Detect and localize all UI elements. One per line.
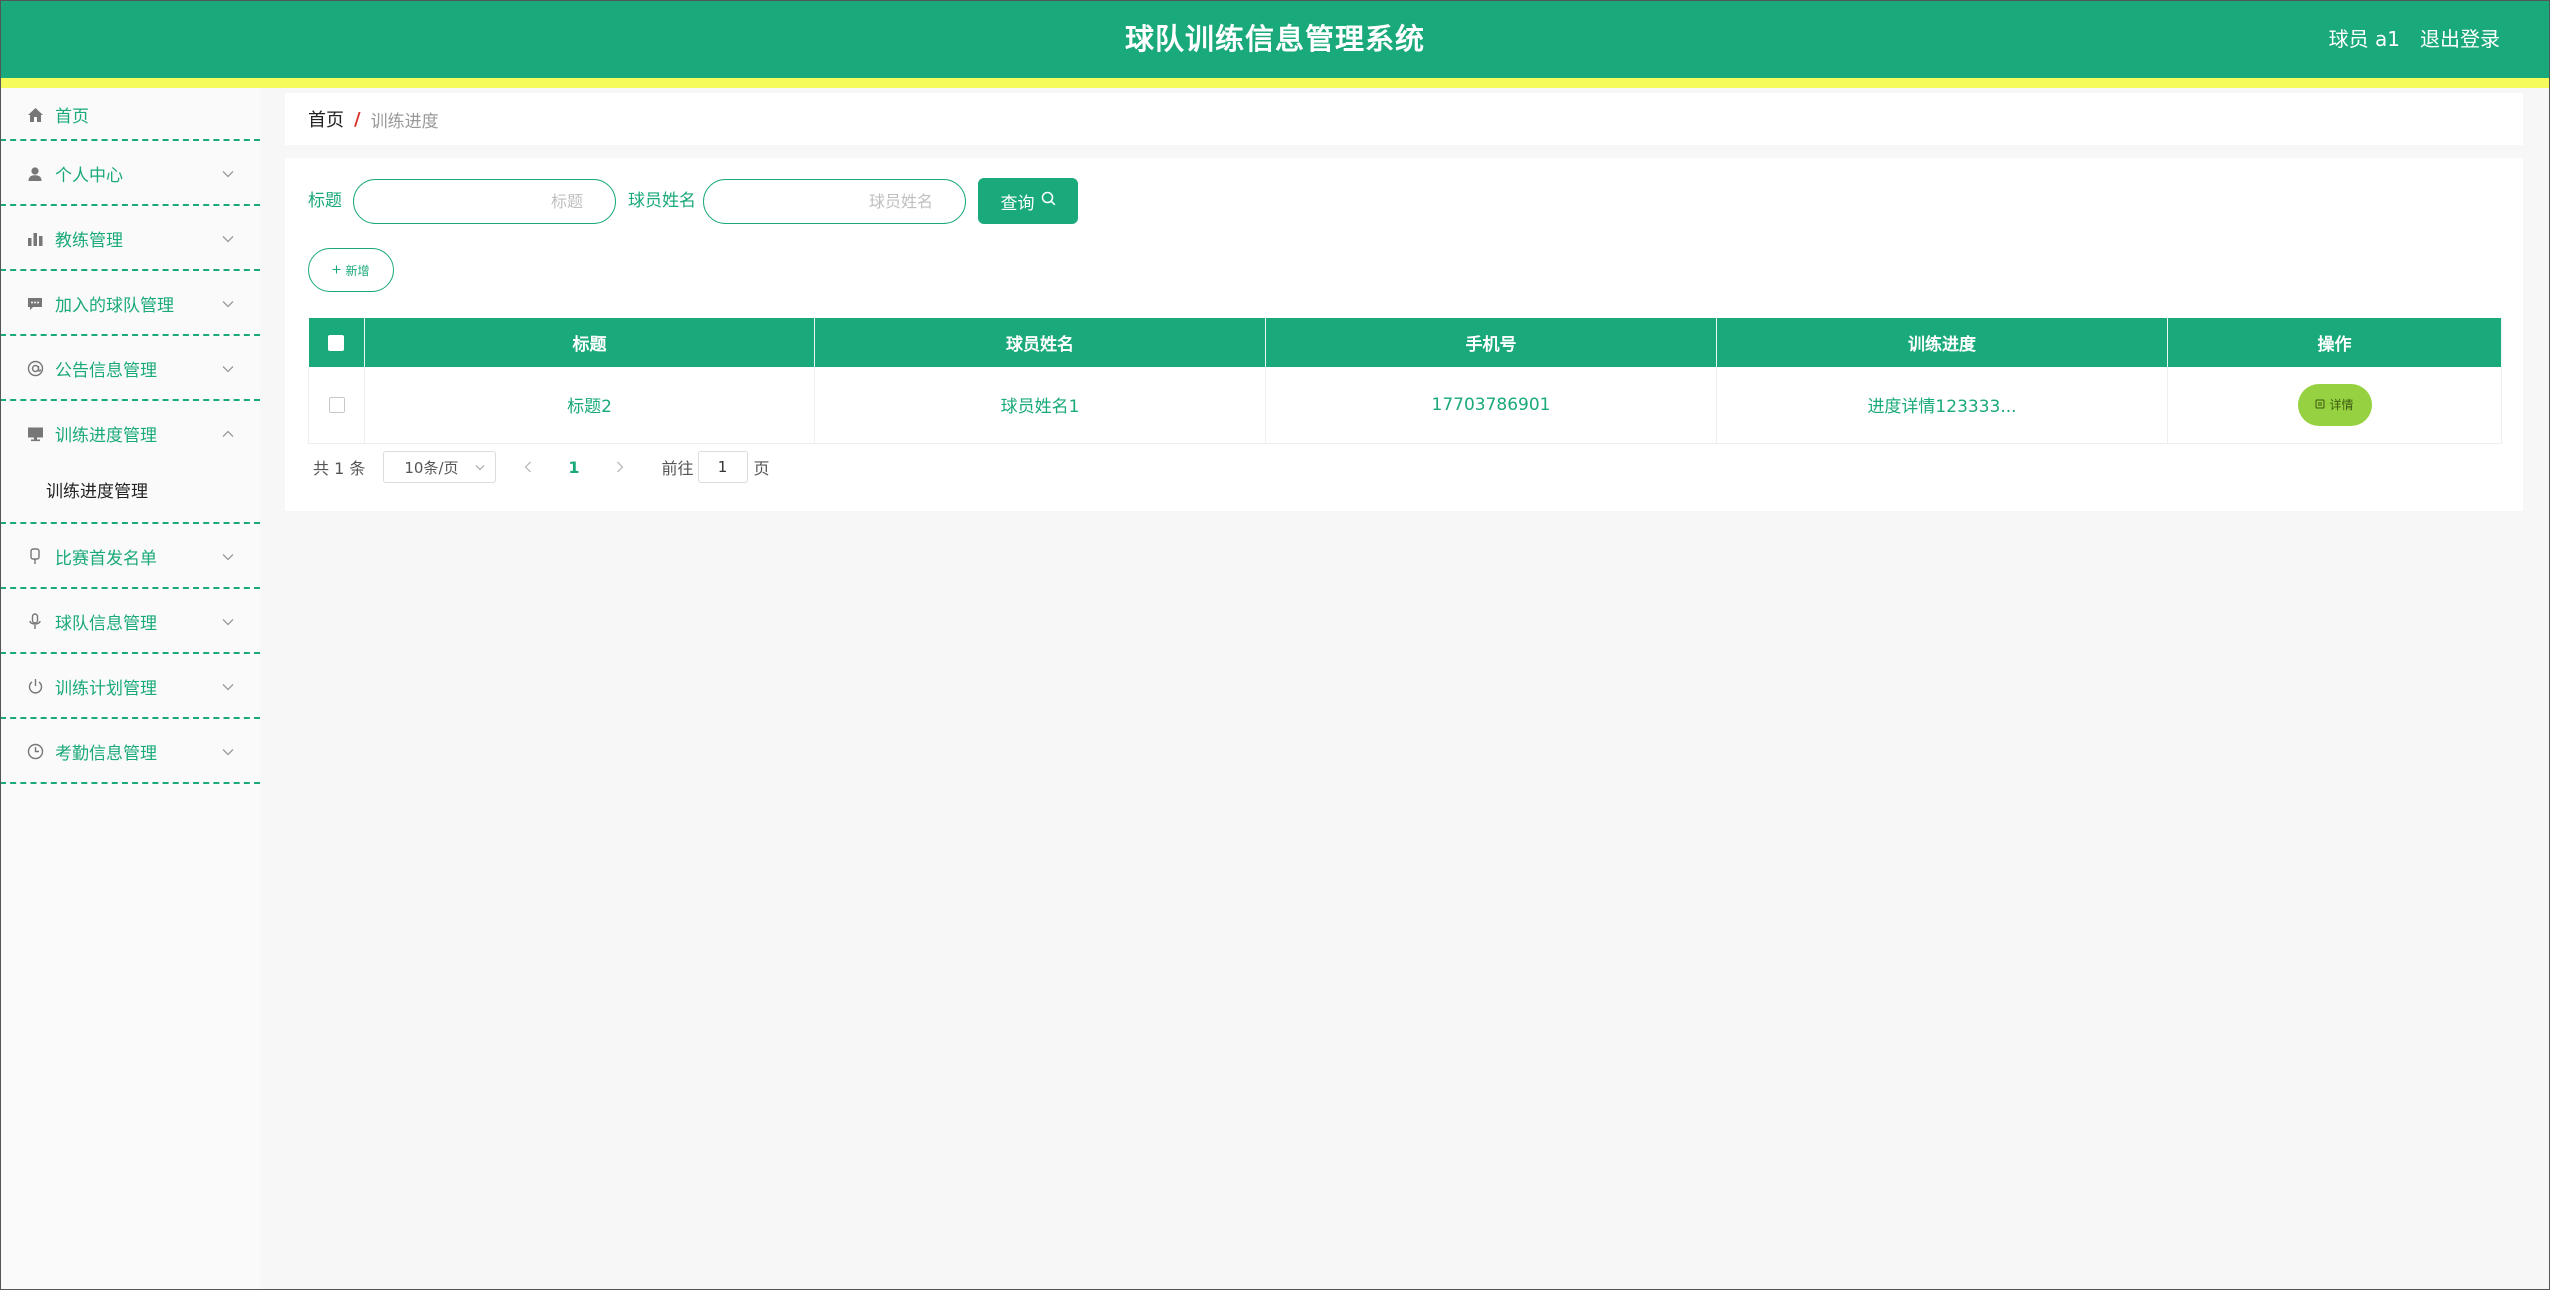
select-all-cell — [308, 318, 365, 367]
select-all-checkbox[interactable] — [328, 334, 345, 351]
goto-label: 前往 — [661, 459, 694, 478]
add-button[interactable]: 新增 — [308, 248, 394, 292]
pagination: 共 1 条 10条/页 1 前往 页 — [313, 451, 770, 483]
breadcrumb-current: 训练进度 — [370, 111, 439, 132]
logout-link[interactable]: 退出登录 — [2420, 0, 2500, 78]
player-search-label: 球员姓名 — [628, 191, 696, 211]
header-accent-stripe — [0, 78, 2550, 88]
page-size-select[interactable]: 10条/页 — [383, 451, 497, 483]
row-select-cell — [308, 367, 365, 444]
row-checkbox[interactable] — [328, 396, 345, 413]
column-header-player-name[interactable]: 球员姓名 — [814, 318, 1266, 367]
chevron-down-icon — [222, 141, 234, 206]
query-button-label: 查询 — [1000, 193, 1035, 214]
cell-title: 标题2 — [364, 367, 815, 444]
sidebar-item-label: 训练进度管理 — [55, 426, 157, 446]
player-name-search-input[interactable] — [703, 179, 966, 224]
table-row[interactable]: 标题2 球员姓名1 17703786901 进度详情123333... 详情 — [308, 367, 2502, 444]
column-header-phone[interactable]: 手机号 — [1265, 318, 1717, 367]
clock-icon — [27, 719, 44, 784]
detail-icon — [2315, 398, 2325, 412]
chevron-down-icon — [222, 719, 234, 784]
submenu-item-training-progress[interactable]: 训练进度管理 — [46, 477, 148, 502]
sidebar-item-label: 比赛首发名单 — [55, 549, 157, 569]
home-icon — [27, 88, 44, 141]
sidebar-item-personal-center[interactable]: 个人中心 — [0, 141, 260, 206]
sidebar-item-home[interactable]: 首页 — [0, 88, 260, 141]
power-icon — [27, 654, 44, 719]
sidebar-item-coach[interactable]: 教练管理 — [0, 206, 260, 271]
current-user-label: 球员 a1 — [2328, 27, 2400, 51]
sidebar-item-training-progress[interactable]: 训练进度管理 训练进度管理 — [0, 401, 260, 524]
microphone-icon — [27, 589, 43, 654]
chevron-up-icon — [222, 401, 234, 466]
column-header-title[interactable]: 标题 — [364, 318, 815, 367]
page-size-value: 10条/页 — [404, 458, 459, 477]
query-button[interactable]: 查询 — [978, 178, 1078, 224]
badge-icon — [27, 524, 43, 589]
sidebar-item-training-plan[interactable]: 训练计划管理 — [0, 654, 260, 719]
message-icon — [27, 271, 43, 336]
user-icon — [27, 141, 43, 206]
app-title: 球队训练信息管理系统 — [1124, 22, 1425, 56]
sidebar-item-label: 首页 — [55, 107, 89, 127]
cell-player-name: 球员姓名1 — [814, 367, 1266, 444]
chevron-down-icon — [222, 589, 234, 654]
chevron-down-icon — [222, 271, 234, 336]
sidebar-item-label: 考勤信息管理 — [55, 744, 157, 764]
sidebar-item-joined-team[interactable]: 加入的球队管理 — [0, 271, 260, 336]
chevron-down-icon — [222, 524, 234, 589]
pagination-total: 共 1 条 — [313, 459, 366, 478]
sidebar-item-announcement[interactable]: 公告信息管理 — [0, 336, 260, 401]
page-number-current[interactable]: 1 — [568, 458, 579, 477]
sidebar: 首页 个人中心 教练管理 加入的球队管理 公告信息管理 训练进度管理 训练进度管… — [0, 88, 260, 1290]
chevron-down-icon — [222, 336, 234, 401]
sidebar-item-starting-lineup[interactable]: 比赛首发名单 — [0, 524, 260, 589]
search-icon — [1041, 191, 1056, 211]
column-header-progress[interactable]: 训练进度 — [1716, 318, 2168, 367]
detail-button-label: 详情 — [2329, 398, 2354, 413]
training-progress-table: 标题 球员姓名 手机号 训练进度 操作 标题2 球员姓名1 1770378690… — [308, 318, 2502, 444]
bar-chart-icon — [27, 206, 44, 271]
sidebar-item-label: 公告信息管理 — [55, 361, 157, 381]
table-header-row: 标题 球员姓名 手机号 训练进度 操作 — [308, 318, 2502, 367]
sidebar-item-label: 球队信息管理 — [55, 614, 157, 634]
sidebar-item-attendance[interactable]: 考勤信息管理 — [0, 719, 260, 784]
sidebar-item-label: 训练计划管理 — [55, 679, 157, 699]
cell-phone: 17703786901 — [1265, 367, 1717, 444]
cell-action: 详情 — [2167, 367, 2502, 444]
sidebar-item-label: 教练管理 — [55, 231, 123, 251]
chevron-down-icon — [222, 206, 234, 271]
sidebar-item-label: 个人中心 — [55, 166, 123, 186]
at-icon — [27, 336, 44, 401]
next-page-button[interactable] — [616, 458, 624, 477]
goto-suffix: 页 — [753, 459, 770, 478]
sidebar-item-team-info[interactable]: 球队信息管理 — [0, 589, 260, 654]
prev-page-button[interactable] — [524, 458, 532, 477]
breadcrumb-separator: / — [354, 108, 361, 130]
breadcrumb-home[interactable]: 首页 — [308, 106, 344, 132]
content-panel: 标题 球员姓名 查询 新增 标题 球员姓名 手机号 训练进度 操作 — [285, 158, 2523, 511]
breadcrumb: 首页 / 训练进度 — [285, 93, 2523, 145]
monitor-icon — [27, 401, 44, 466]
goto-page-input[interactable] — [697, 451, 748, 483]
title-search-label: 标题 — [308, 191, 342, 211]
chevron-down-icon — [222, 654, 234, 719]
column-header-action: 操作 — [2167, 318, 2502, 367]
cell-progress: 进度详情123333... — [1716, 367, 2168, 444]
title-search-input[interactable] — [353, 179, 616, 224]
sidebar-item-label: 加入的球队管理 — [55, 296, 174, 316]
detail-button[interactable]: 详情 — [2297, 383, 2372, 426]
add-button-label: 新增 — [345, 263, 370, 278]
plus-icon — [332, 263, 341, 277]
chevron-down-icon — [475, 452, 485, 482]
